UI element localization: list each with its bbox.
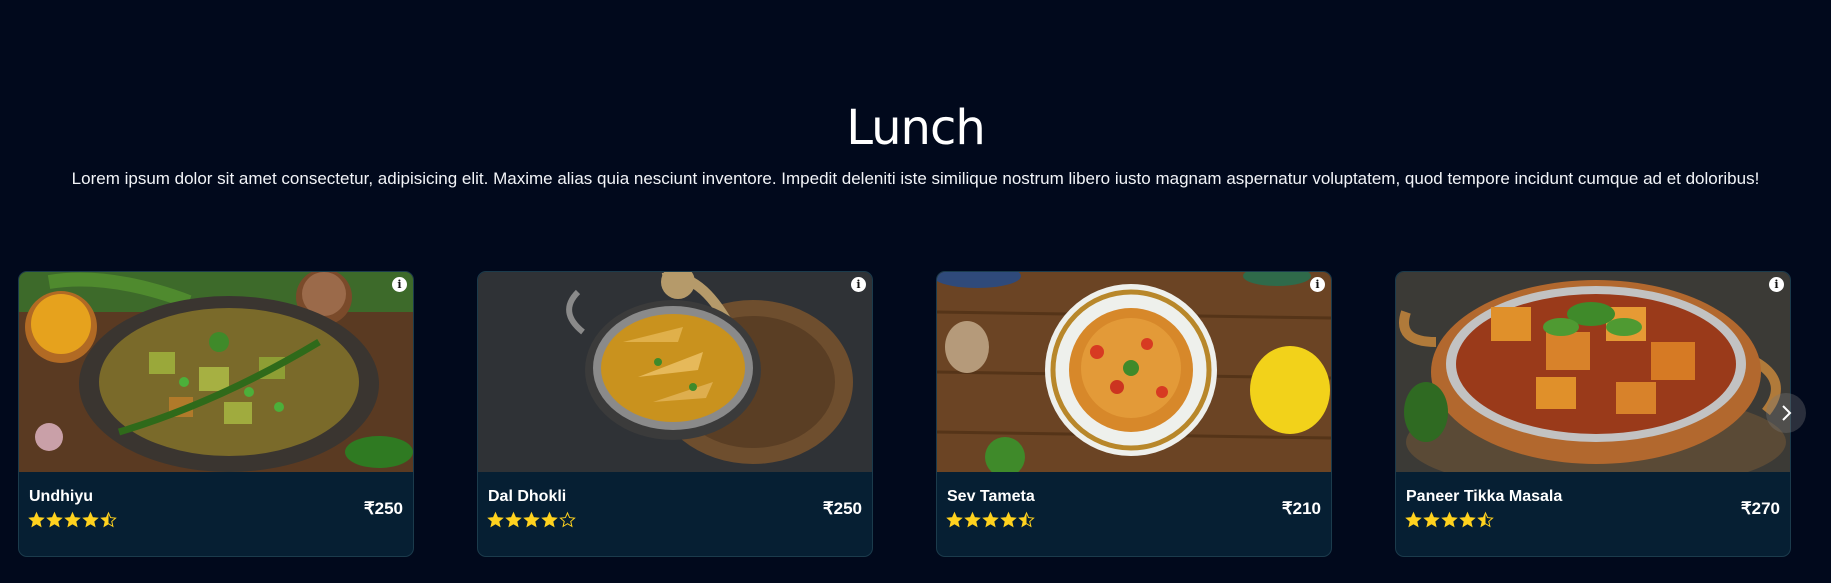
star-half-icon: [100, 511, 117, 528]
card-price: ₹250: [822, 499, 862, 518]
star-full-icon: [28, 511, 45, 528]
star-full-icon: [505, 511, 522, 528]
star-half-icon: [1018, 511, 1035, 528]
star-half-icon: [1477, 511, 1494, 528]
star-full-icon: [982, 511, 999, 528]
undhiyu-bowl-image: [19, 272, 413, 472]
card-price: ₹270: [1740, 499, 1780, 518]
menu-cards-carousel: i Undhiyu ₹250 i Dal Dhokli ₹250 i Sev T…: [18, 271, 1792, 557]
star-full-icon: [946, 511, 963, 528]
star-full-icon: [523, 511, 540, 528]
paneer-tikka-pan-image: [1396, 272, 1790, 472]
card-price: ₹250: [363, 499, 403, 518]
star-full-icon: [1459, 511, 1476, 528]
star-full-icon: [541, 511, 558, 528]
info-icon[interactable]: i: [851, 277, 866, 292]
star-full-icon: [1441, 511, 1458, 528]
star-full-icon: [64, 511, 81, 528]
carousel-next-button[interactable]: [1766, 393, 1806, 433]
card-body: Sev Tameta ₹210: [937, 472, 1331, 556]
menu-card-paneer-tikka-masala[interactable]: i Paneer Tikka Masala ₹270: [1395, 271, 1791, 557]
info-icon[interactable]: i: [392, 277, 407, 292]
section-title: Lunch: [846, 100, 986, 156]
card-body: Dal Dhokli ₹250: [478, 472, 872, 556]
rating-stars: [1405, 511, 1494, 531]
star-full-icon: [1000, 511, 1017, 528]
info-icon[interactable]: i: [1769, 277, 1784, 292]
info-icon[interactable]: i: [1310, 277, 1325, 292]
sev-tameta-plate-image: [937, 272, 1331, 472]
section-description: Lorem ipsum dolor sit amet consectetur, …: [71, 169, 1760, 188]
dal-dhokli-pot-image: [478, 272, 872, 472]
star-full-icon: [1405, 511, 1422, 528]
star-full-icon: [46, 511, 63, 528]
rating-stars: [487, 511, 576, 531]
chevron-right-icon: [1782, 405, 1792, 421]
star-full-icon: [964, 511, 981, 528]
card-price: ₹210: [1281, 499, 1321, 518]
card-body: Paneer Tikka Masala ₹270: [1396, 472, 1790, 556]
menu-card-undhiyu[interactable]: i Undhiyu ₹250: [18, 271, 414, 557]
card-title: Undhiyu: [29, 488, 93, 505]
card-body: Undhiyu ₹250: [19, 472, 413, 556]
rating-stars: [946, 511, 1035, 531]
menu-card-sev-tameta[interactable]: i Sev Tameta ₹210: [936, 271, 1332, 557]
menu-card-dal-dhokli[interactable]: i Dal Dhokli ₹250: [477, 271, 873, 557]
star-full-icon: [82, 511, 99, 528]
card-title: Sev Tameta: [947, 488, 1035, 505]
card-title: Paneer Tikka Masala: [1406, 488, 1563, 505]
card-title: Dal Dhokli: [488, 488, 567, 505]
star-empty-icon: [559, 511, 576, 528]
star-full-icon: [487, 511, 504, 528]
rating-stars: [28, 511, 117, 531]
star-full-icon: [1423, 511, 1440, 528]
